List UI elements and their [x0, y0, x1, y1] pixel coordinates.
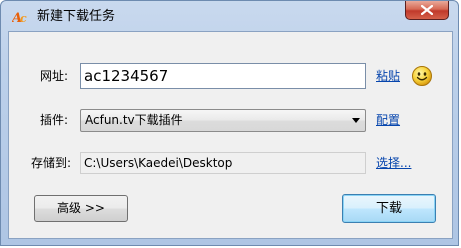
dialog-window: A c 新建下载任务 网址: ac1234567 粘贴 插件: Acfun.tv…	[0, 0, 459, 246]
advanced-button[interactable]: 高级 >>	[34, 195, 128, 222]
browse-link[interactable]: 选择...	[376, 156, 411, 170]
plugin-select-value: Acfun.tv下载插件	[85, 113, 183, 127]
plugin-label: 插件:	[40, 113, 69, 127]
close-icon	[421, 5, 433, 15]
dialog-content: 网址: ac1234567 粘贴 插件: Acfun.tv下载插件 配置 存储到…	[8, 31, 453, 239]
save-path-field: C:\Users\Kaedei\Desktop	[80, 152, 366, 174]
title-bar[interactable]: A c 新建下载任务	[1, 1, 460, 31]
acfun-logo-icon: A c	[10, 9, 30, 26]
chevron-down-icon	[352, 118, 360, 123]
download-button[interactable]: 下载	[342, 194, 436, 223]
url-label: 网址:	[40, 69, 69, 83]
smiley-icon[interactable]	[411, 65, 433, 87]
configure-link[interactable]: 配置	[376, 113, 400, 127]
url-input[interactable]: ac1234567	[80, 63, 366, 89]
plugin-select[interactable]: Acfun.tv下载插件	[80, 109, 366, 132]
window-title: 新建下载任务	[37, 9, 116, 24]
close-button[interactable]	[405, 1, 449, 20]
svg-text:c: c	[20, 12, 27, 25]
save-path-label: 存储到:	[31, 156, 72, 170]
paste-link[interactable]: 粘贴	[376, 69, 400, 83]
